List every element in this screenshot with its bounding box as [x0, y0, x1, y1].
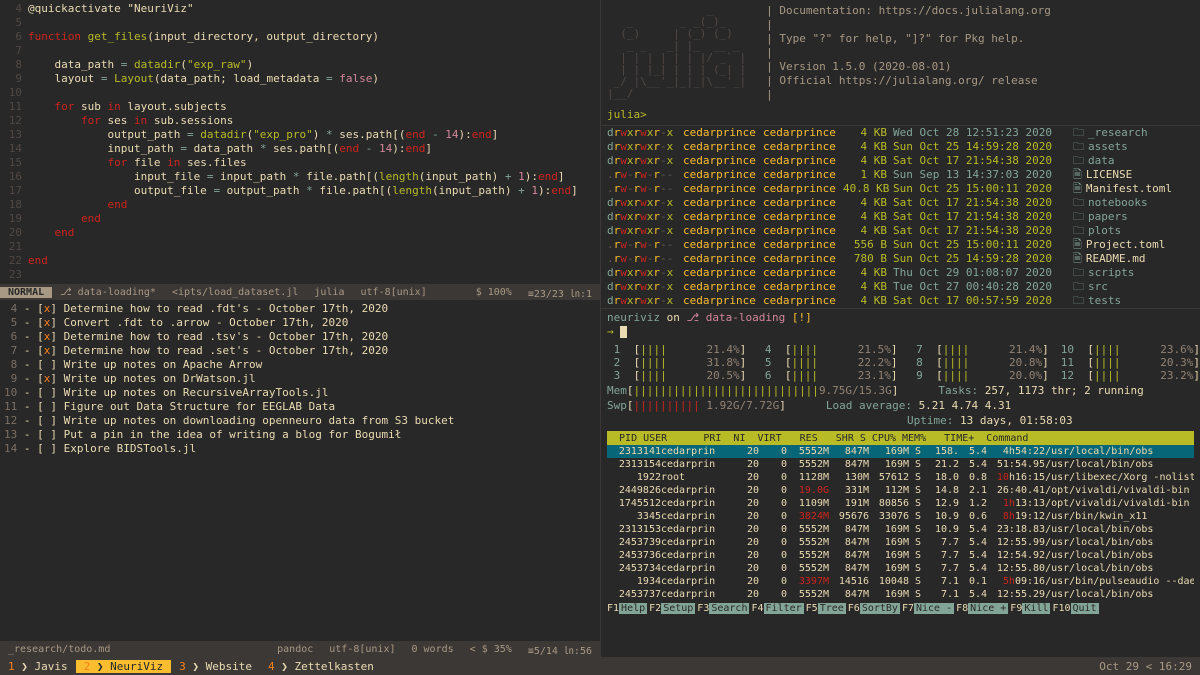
julia-logo-ascii: _ _ _ _(_)_ (_) | (_) (_) _ _ _| |_ __ _…	[607, 4, 746, 102]
cursor-icon	[620, 326, 627, 338]
julia-prompt[interactable]: julia>	[607, 108, 1194, 121]
ls-row[interactable]: drwxrwxr-xcedarprincecedarprince4 KBSun …	[607, 140, 1194, 154]
tmux-statusbar[interactable]: 1 ❯ Javis2 ❯ NeuriViz3 ❯ Website4 ❯ Zett…	[0, 657, 1200, 675]
clock: Oct 29 < 16:29	[1099, 660, 1200, 673]
tmux-tab[interactable]: 1 ❯ Javis	[0, 660, 76, 673]
htop-header[interactable]: PID USER PRI NI VIRT RES SHR S CPU% MEM%…	[607, 431, 1194, 445]
tmux-tab[interactable]: 3 ❯ Website	[171, 660, 260, 673]
ls-row[interactable]: drwxrwxr-xcedarprincecedarprince4 KBWed …	[607, 126, 1194, 140]
repl-info: | Documentation: https://docs.julialang.…	[766, 4, 1051, 102]
file-listing[interactable]: drwxrwxr-xcedarprincecedarprince4 KBWed …	[601, 125, 1200, 309]
process-list[interactable]: 2313141 cedarprin200 5552M 847M 169M S 1…	[607, 445, 1194, 601]
tmux-tab[interactable]: 2 ❯ NeuriViz	[76, 660, 171, 673]
right-column: _ _ _ _(_)_ (_) | (_) (_) _ _ _| |_ __ _…	[601, 0, 1200, 657]
ls-row[interactable]: drwxrwxr-xcedarprincecedarprince4 KBSat …	[607, 224, 1194, 238]
htop-pane[interactable]: 1 [|||| 21.4%] 2 [|||| 31.8%] 3 [|||| 20…	[601, 341, 1200, 657]
modeline-top: NORMAL ⎇ data-loading* <ipts/load_datase…	[0, 284, 600, 300]
julia-repl[interactable]: _ _ _ _(_)_ (_) | (_) (_) _ _ _| |_ __ _…	[601, 0, 1200, 125]
htop-function-keys[interactable]: F1HelpF2SetupF3SearchF4FilterF5TreeF6Sor…	[607, 601, 1194, 615]
left-column: 4@quickactivate "NeuriViz"56function get…	[0, 0, 601, 657]
ls-row[interactable]: .rw-rw-r--cedarprincecedarprince780 BSun…	[607, 252, 1194, 266]
shell-prompt[interactable]: neuriviz on ⎇ data-loading [!] →	[601, 309, 1200, 341]
ls-row[interactable]: drwxrwxr-xcedarprincecedarprince4 KBTue …	[607, 280, 1194, 294]
ls-row[interactable]: .rw-rw-r--cedarprincecedarprince556 BSun…	[607, 238, 1194, 252]
ls-row[interactable]: drwxrwxr-xcedarprincecedarprince4 KBSat …	[607, 196, 1194, 210]
ls-row[interactable]: .rw-rw-r--cedarprincecedarprince40.8 KBS…	[607, 182, 1194, 196]
ls-row[interactable]: .rw-rw-r--cedarprincecedarprince1 KBSun …	[607, 168, 1194, 182]
vim-mode: NORMAL	[0, 287, 52, 298]
modeline-bottom: _research/todo.md pandoc utf-8[unix] 0 w…	[0, 641, 600, 657]
ls-row[interactable]: drwxrwxr-xcedarprincecedarprince4 KBThu …	[607, 266, 1194, 280]
ls-row[interactable]: drwxrwxr-xcedarprincecedarprince4 KBSat …	[607, 210, 1194, 224]
code-editor[interactable]: 4@quickactivate "NeuriViz"56function get…	[0, 0, 600, 284]
tmux-tab[interactable]: 4 ❯ Zettelkasten	[260, 660, 382, 673]
ls-row[interactable]: drwxrwxr-xcedarprincecedarprince4 KBSat …	[607, 154, 1194, 168]
ls-row[interactable]: drwxrwxr-xcedarprincecedarprince4 KBSat …	[607, 294, 1194, 308]
todo-editor[interactable]: 4 - [x] Determine how to read .fdt's - O…	[0, 300, 600, 641]
